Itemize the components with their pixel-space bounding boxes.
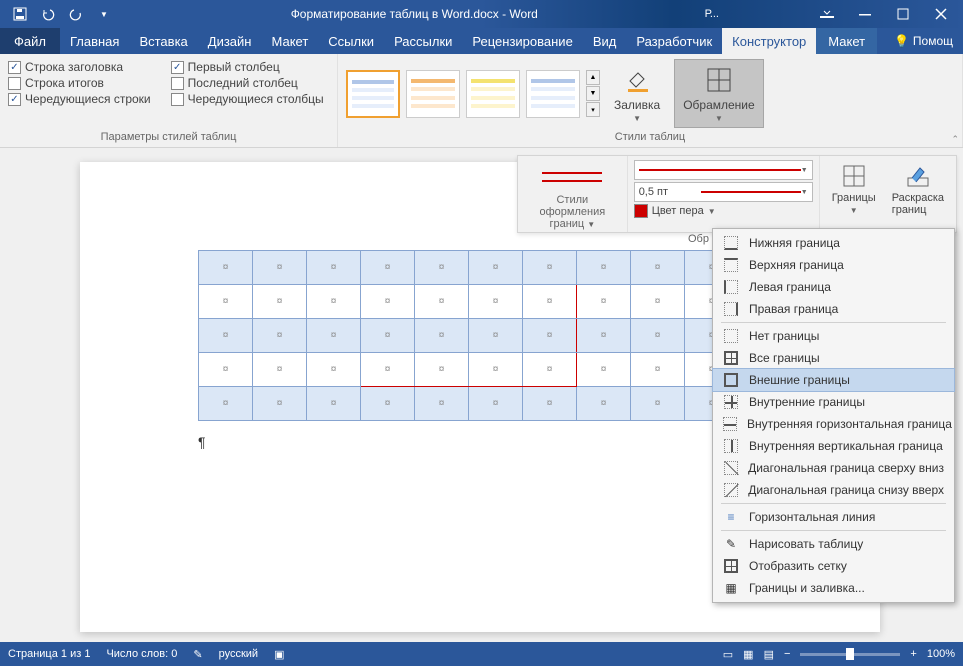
window-controls [809,1,963,27]
dialog-icon: ▦ [723,580,739,596]
bulb-icon: 💡 [894,34,909,48]
ribbon-options-icon[interactable] [809,1,845,27]
menu-border-right[interactable]: Правая граница [713,298,954,320]
tab-home[interactable]: Главная [60,28,129,54]
borders-dropdown-menu: Нижняя граница Верхняя граница Левая гра… [712,228,955,603]
group-table-styles: ▲ ▼ ▾ Заливка▼ Обрамление▼ Стили таблиц [338,54,963,147]
hline-icon: ≡ [723,509,739,525]
zoom-out-icon[interactable]: − [784,648,790,660]
menu-border-inner-v[interactable]: Внутренняя вертикальная граница [713,435,954,457]
view-print-icon[interactable]: ▦ [743,648,753,661]
table-style-2[interactable] [406,70,460,118]
collapse-ribbon-icon[interactable]: ⌃ [951,134,959,145]
border-grid-icon [840,162,868,190]
status-language[interactable]: русский [219,648,258,660]
borders-sub-ribbon: Стили оформления границ ▼ ▼ 0,5 пт▼ Цвет… [517,155,957,233]
zoom-level[interactable]: 100% [927,648,955,660]
status-bar: Страница 1 из 1 Число слов: 0 ✎ русский … [0,642,963,666]
save-icon[interactable] [8,2,32,26]
check-last-col[interactable]: Последний столбец [171,76,324,90]
border-width-dropdown[interactable]: 0,5 пт▼ [634,182,813,202]
menu-border-outer[interactable]: Внешние границы [713,369,954,391]
status-word-count[interactable]: Число слов: 0 [106,648,177,660]
pen-color-swatch [634,204,648,218]
menu-border-none[interactable]: Нет границы [713,325,954,347]
border-style-dropdown[interactable]: ▼ [634,160,813,180]
menu-border-top[interactable]: Верхняя граница [713,254,954,276]
account-hint[interactable]: Р... [705,8,809,20]
document-table[interactable]: ¤¤¤¤¤¤¤¤¤¤ ¤¤¤¤¤¤¤¤¤¤ ¤¤¤¤¤¤¤¤¤¤ ¤¤¤¤¤¤¤… [198,250,739,421]
border-grid-icon [703,64,735,96]
menu-border-diag-down[interactable]: Диагональная граница сверху вниз [713,457,954,479]
zoom-in-icon[interactable]: + [910,648,916,660]
help-tell-me[interactable]: 💡Помощ [884,28,963,54]
check-banded-cols[interactable]: Чередующиеся столбцы [171,92,324,106]
zoom-slider[interactable] [800,653,900,656]
group-label: Стили таблиц [346,129,954,145]
check-first-col[interactable]: ✓Первый столбец [171,60,324,74]
check-total-row[interactable]: Строка итогов [8,76,151,90]
menu-border-inner[interactable]: Внутренние границы [713,391,954,413]
quick-access-toolbar: ▼ [0,2,124,26]
tab-layout[interactable]: Макет [261,28,318,54]
pen-color-dropdown[interactable]: Цвет пера▼ [634,204,813,218]
window-title: Форматирование таблиц в Word.docx - Word [124,7,705,21]
group-table-style-options: ✓Строка заголовка Строка итогов ✓Чередую… [0,54,338,147]
tab-table-layout[interactable]: Макет [816,28,877,54]
status-proofing-icon[interactable]: ✎ [193,648,202,661]
menu-border-bottom[interactable]: Нижняя граница [713,232,954,254]
ribbon: ✓Строка заголовка Строка итогов ✓Чередую… [0,54,963,148]
undo-icon[interactable] [36,2,60,26]
pencil-icon: ✎ [723,536,739,552]
close-icon[interactable] [923,1,959,27]
status-macro-icon[interactable]: ▣ [274,648,284,661]
truncated-group-label: Обр [688,233,709,245]
ribbon-tabs: Файл Главная Вставка Дизайн Макет Ссылки… [0,28,963,54]
tab-design[interactable]: Дизайн [198,28,262,54]
tab-view[interactable]: Вид [583,28,627,54]
tab-review[interactable]: Рецензирование [462,28,582,54]
group-label: Параметры стилей таблиц [8,129,329,145]
menu-border-left[interactable]: Левая граница [713,276,954,298]
tab-references[interactable]: Ссылки [318,28,384,54]
check-header-row[interactable]: ✓Строка заголовка [8,60,151,74]
bucket-icon [621,64,653,96]
border-painter-button[interactable]: Раскраска границ [886,160,950,230]
tab-table-design[interactable]: Конструктор [722,28,816,54]
maximize-icon[interactable] [885,1,921,27]
menu-borders-and-shading[interactable]: ▦Границы и заливка... [713,577,954,599]
tab-file[interactable]: Файл [0,28,60,54]
title-bar: ▼ Форматирование таблиц в Word.docx - Wo… [0,0,963,28]
border-styles-label[interactable]: Стили оформления границ [540,194,606,230]
borders-button[interactable]: Обрамление▼ [674,59,763,128]
paragraph-mark: ¶ [198,434,206,450]
menu-border-all[interactable]: Все границы [713,347,954,369]
tab-insert[interactable]: Вставка [129,28,197,54]
grid-icon [723,558,739,574]
status-page[interactable]: Страница 1 из 1 [8,648,90,660]
view-web-icon[interactable]: ▤ [764,648,774,661]
redo-icon[interactable] [64,2,88,26]
borders-split-button[interactable]: Границы▼ [826,160,882,230]
check-banded-rows[interactable]: ✓Чередующиеся строки [8,92,151,106]
qat-customize-icon[interactable]: ▼ [92,2,116,26]
brush-icon [904,162,932,190]
menu-border-diag-up[interactable]: Диагональная граница снизу вверх [713,479,954,501]
menu-horizontal-line[interactable]: ≡Горизонтальная линия [713,506,954,528]
menu-border-inner-h[interactable]: Внутренняя горизонтальная граница [713,413,954,435]
table-style-4[interactable] [526,70,580,118]
gallery-more-icon[interactable]: ▾ [586,102,600,117]
tab-mailings[interactable]: Рассылки [384,28,462,54]
gallery-down-icon[interactable]: ▼ [586,86,600,101]
menu-view-gridlines[interactable]: Отобразить сетку [713,555,954,577]
gallery-up-icon[interactable]: ▲ [586,70,600,85]
menu-draw-table[interactable]: ✎Нарисовать таблицу [713,533,954,555]
tab-developer[interactable]: Разработчик [626,28,722,54]
table-style-3[interactable] [466,70,520,118]
view-read-icon[interactable]: ▭ [723,648,733,661]
table-style-1[interactable] [346,70,400,118]
minimize-icon[interactable] [847,1,883,27]
shading-button[interactable]: Заливка▼ [606,60,668,127]
